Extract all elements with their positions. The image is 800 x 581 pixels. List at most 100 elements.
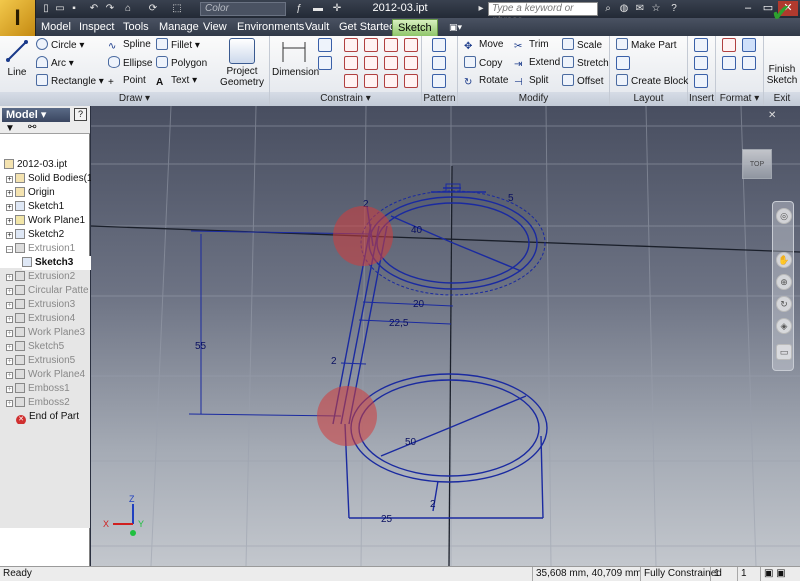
tree-item-work-plane3[interactable]: + Work Plane3 bbox=[6, 326, 96, 340]
expand-icon[interactable]: + bbox=[6, 372, 13, 379]
offset-button[interactable]: Offset bbox=[562, 74, 604, 89]
move-button[interactable]: ✥ Move bbox=[464, 38, 503, 52]
tree-item-extrusion1[interactable]: – Extrusion1 bbox=[6, 242, 96, 256]
tree-item-extrusion5[interactable]: + Extrusion5 bbox=[6, 354, 96, 368]
expand-icon[interactable]: + bbox=[6, 176, 13, 183]
tree-item-part[interactable]: 2012-03.ipt bbox=[4, 158, 94, 172]
smooth-icon[interactable] bbox=[364, 74, 378, 88]
expand-icon[interactable]: + bbox=[6, 330, 13, 337]
auto-dimension-icon[interactable] bbox=[318, 38, 332, 52]
undo-icon[interactable]: ↶ bbox=[88, 2, 100, 16]
coincident-icon[interactable] bbox=[344, 38, 358, 52]
insert-image-icon[interactable] bbox=[694, 38, 708, 52]
rectangle-button[interactable]: Rectangle ▾ bbox=[36, 74, 104, 89]
graphics-viewport[interactable]: 2 5 40 20 22,5 55 2 50 2 25 Z X Y ✕ TOP … bbox=[91, 106, 800, 566]
expand-icon[interactable]: + bbox=[6, 386, 13, 393]
rectangular-pattern-icon[interactable] bbox=[432, 38, 446, 52]
tab-manage[interactable]: Manage bbox=[154, 19, 204, 36]
tangent-icon[interactable] bbox=[344, 74, 358, 88]
expand-icon[interactable]: + bbox=[6, 316, 13, 323]
rotate-button[interactable]: ↻ Rotate bbox=[464, 74, 508, 88]
minimize-button[interactable]: – bbox=[738, 1, 758, 16]
finish-sketch-button[interactable]: Finish Sketch bbox=[764, 64, 800, 86]
tab-inspect[interactable]: Inspect bbox=[74, 19, 119, 36]
copy-button[interactable]: Copy bbox=[464, 56, 502, 71]
expand-icon[interactable]: + bbox=[6, 288, 13, 295]
communication-icon[interactable]: ✉ bbox=[634, 2, 646, 16]
tree-item-solid-bodies[interactable]: + Solid Bodies(1 bbox=[6, 172, 96, 186]
look-at-icon[interactable]: ◈ bbox=[776, 318, 792, 334]
dimension-label[interactable]: 55 bbox=[195, 341, 207, 352]
tree-item-work-plane4[interactable]: + Work Plane4 bbox=[6, 368, 96, 382]
expand-icon[interactable]: + bbox=[6, 190, 13, 197]
dimension-label[interactable]: 20 bbox=[413, 299, 425, 310]
arc-button[interactable]: Arc ▾ bbox=[36, 56, 74, 71]
tree-item-extrusion4[interactable]: + Extrusion4 bbox=[6, 312, 96, 326]
vertical-icon[interactable] bbox=[404, 56, 418, 70]
steering-wheel-icon[interactable]: ◎ bbox=[776, 208, 792, 224]
browser-title-dropdown[interactable]: Model ▾ bbox=[2, 108, 70, 122]
dimension-label[interactable]: 25 bbox=[381, 514, 393, 525]
expand-icon[interactable]: + bbox=[6, 400, 13, 407]
show-constraints-icon[interactable] bbox=[318, 56, 332, 70]
format-panel-label[interactable]: Format ▾ bbox=[716, 92, 763, 106]
viewport-close-icon[interactable]: ✕ bbox=[768, 110, 776, 121]
expand-icon[interactable]: + bbox=[6, 218, 13, 225]
binoculars-icon[interactable]: ⚯ bbox=[28, 122, 36, 133]
tab-view[interactable]: View bbox=[198, 19, 232, 36]
expand-icon[interactable]: + bbox=[6, 204, 13, 211]
zoom-icon[interactable]: ⊕ bbox=[776, 274, 792, 290]
tree-item-sketch5[interactable]: + Sketch5 bbox=[6, 340, 96, 354]
point-button[interactable]: + Point bbox=[108, 74, 146, 88]
text-button[interactable]: A Text ▾ bbox=[156, 74, 197, 88]
center-point-icon[interactable] bbox=[722, 56, 736, 70]
redo-icon[interactable]: ↷ bbox=[104, 2, 116, 16]
tab-extras-icon[interactable]: ▣▾ bbox=[444, 19, 467, 36]
construction-icon[interactable] bbox=[722, 38, 736, 52]
tab-model[interactable]: Model bbox=[36, 19, 76, 36]
equal-icon[interactable] bbox=[404, 74, 418, 88]
line-weight-icon[interactable]: ▬ bbox=[310, 2, 326, 16]
dimension-label[interactable]: 40 bbox=[411, 225, 423, 236]
acad-file-icon[interactable] bbox=[694, 74, 708, 88]
expand-icon[interactable]: + bbox=[6, 274, 13, 281]
tree-item-extrusion2[interactable]: + Extrusion2 bbox=[6, 270, 96, 284]
tree-item-sketch2[interactable]: + Sketch2 bbox=[6, 228, 96, 242]
filter-icon[interactable]: ▼ bbox=[5, 123, 15, 134]
driven-dimension-icon[interactable] bbox=[742, 56, 756, 70]
update-icon[interactable]: ⟳ bbox=[146, 2, 160, 16]
expand-icon[interactable]: + bbox=[6, 358, 13, 365]
sketch-canvas[interactable]: 2 5 40 20 22,5 55 2 50 2 25 Z X Y bbox=[91, 106, 800, 566]
expand-icon[interactable]: + bbox=[6, 302, 13, 309]
app-logo[interactable]: I bbox=[0, 0, 36, 36]
spline-button[interactable]: ∿ Spline bbox=[108, 38, 151, 52]
scale-button[interactable]: Scale bbox=[562, 38, 602, 53]
expand-icon[interactable]: ▸ bbox=[476, 2, 486, 16]
circle-button[interactable]: Circle ▾ bbox=[36, 38, 84, 53]
tab-get-started[interactable]: Get Started bbox=[334, 19, 400, 36]
mirror-icon[interactable] bbox=[432, 74, 446, 88]
dimension-button[interactable]: Dimension bbox=[272, 38, 319, 78]
dimension-label[interactable]: 22,5 bbox=[389, 318, 409, 329]
tree-item-origin[interactable]: + Origin bbox=[6, 186, 96, 200]
make-part-button[interactable]: Make Part bbox=[616, 38, 677, 53]
favorites-icon[interactable]: ☆ bbox=[650, 2, 662, 16]
tab-tools[interactable]: Tools bbox=[118, 19, 154, 36]
help-icon[interactable]: ? bbox=[668, 2, 680, 16]
select-icon[interactable]: ⬚ bbox=[170, 2, 184, 16]
stretch-button[interactable]: Stretch bbox=[562, 56, 609, 71]
status-icons[interactable]: ▣ ▣ bbox=[760, 567, 786, 581]
centerline-icon[interactable] bbox=[742, 38, 756, 52]
tree-item-work-plane1[interactable]: + Work Plane1 bbox=[6, 214, 96, 228]
tab-sketch[interactable]: Sketch bbox=[392, 19, 438, 36]
collapse-icon[interactable]: – bbox=[6, 246, 13, 253]
block-edit-icon[interactable] bbox=[616, 56, 630, 70]
tab-environments[interactable]: Environments bbox=[232, 19, 309, 36]
search-icon[interactable]: ⌕ bbox=[602, 2, 614, 16]
home-icon[interactable]: ⌂ bbox=[122, 2, 134, 16]
new-file-icon[interactable]: ▯ bbox=[40, 2, 52, 16]
crosshair-icon[interactable]: ✛ bbox=[330, 2, 344, 16]
fillet-button[interactable]: Fillet ▾ bbox=[156, 38, 200, 53]
extend-button[interactable]: ⇥ Extend bbox=[514, 56, 560, 70]
color-combo[interactable]: Color bbox=[200, 2, 286, 16]
